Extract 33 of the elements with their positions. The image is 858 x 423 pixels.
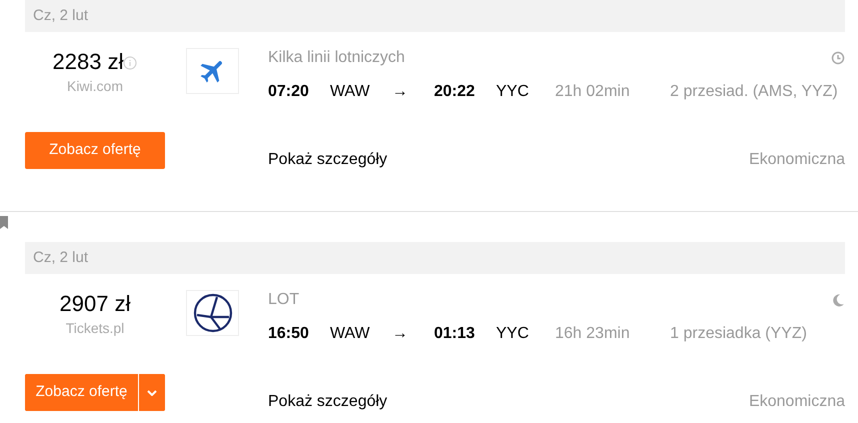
provider-name: Kiwi.com [66, 77, 123, 96]
info-icon[interactable] [123, 56, 138, 70]
bookmark-icon[interactable] [0, 216, 8, 229]
date-bar: Cz, 2 lut [25, 0, 845, 32]
arrival-time: 20:22 [434, 82, 476, 102]
airline-name: LOT [268, 290, 300, 310]
departure-airport: WAW [330, 324, 371, 344]
arrival-airport: YYC [496, 82, 530, 102]
arrival-airport: YYC [496, 324, 530, 344]
departure-time: 07:20 [268, 82, 310, 102]
chevron-down-icon [147, 390, 157, 396]
price: 2283 zł [52, 48, 124, 76]
dropdown-button[interactable] [138, 374, 165, 411]
duration: 21h 02min [555, 82, 631, 102]
departure-time: 16:50 [268, 324, 310, 344]
provider-name: Tickets.pl [66, 319, 124, 338]
arrival-time: 01:13 [434, 324, 476, 344]
cabin-class: Ekonomiczna [748, 392, 845, 412]
details-link[interactable]: Pokaż szczegóły [268, 390, 388, 414]
details-link[interactable]: Pokaż szczegóły [268, 148, 388, 172]
arrow: → [392, 82, 409, 102]
stops: 1 przesiadka (YYZ) [670, 324, 807, 344]
clock-icon [831, 51, 845, 65]
cabin-class: Ekonomiczna [748, 150, 845, 170]
crane-logo-icon [192, 293, 232, 333]
duration: 16h 23min [555, 324, 631, 344]
departure-airport: WAW [330, 82, 371, 102]
stops: 2 przesiad. (AMS, YYZ) [670, 82, 838, 102]
date-bar: Cz, 2 lut [25, 242, 845, 274]
price: 2907 zł [60, 290, 130, 318]
airline-name: Kilka linii lotniczych [268, 48, 405, 68]
moon-icon [831, 293, 845, 307]
arrow: → [392, 324, 409, 344]
